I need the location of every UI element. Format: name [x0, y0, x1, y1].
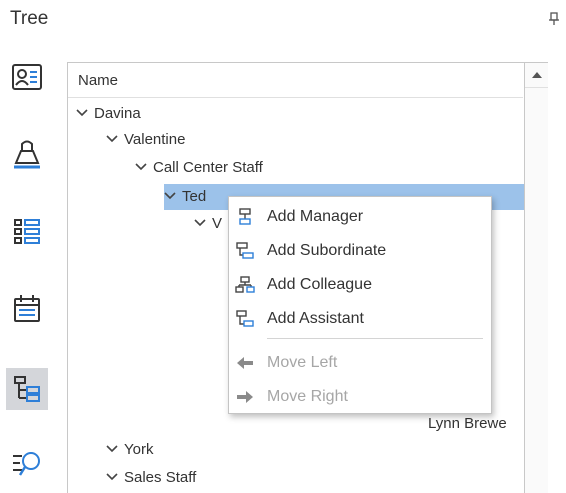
column-name-label: Name: [78, 72, 119, 89]
add-assistant-menu-item[interactable]: Add Assistant: [229, 303, 491, 335]
add-subordinate-menu-item[interactable]: Add Subordinate: [229, 235, 491, 267]
bucket-icon[interactable]: [6, 134, 48, 176]
tree-row-label: York: [124, 441, 154, 458]
add-colleague-menu-item[interactable]: Add Colleague: [229, 269, 491, 301]
sidebar: [0, 48, 60, 486]
tree-row[interactable]: Sales Staff: [106, 465, 196, 491]
panel-title: Tree: [10, 8, 49, 29]
add-manager-menu-item[interactable]: Add Manager: [229, 201, 491, 233]
tree-row-label: Lynn Brewe: [428, 415, 507, 432]
tree-row[interactable]: Lynn Brewe: [428, 411, 507, 437]
tree-row-label: Sales Staff: [124, 469, 197, 486]
menu-item-label: Add Assistant: [267, 310, 364, 327]
chevron-down-icon[interactable]: [106, 127, 124, 153]
menu-item-label: Add Subordinate: [267, 242, 387, 259]
tree-row-label: Valentine: [124, 131, 186, 148]
move-left-menu-item[interactable]: Move Left: [229, 347, 491, 379]
chevron-down-icon[interactable]: [164, 184, 182, 210]
vertical-scrollbar[interactable]: [524, 63, 548, 493]
list-icon[interactable]: [6, 211, 48, 253]
calendar-list-icon[interactable]: [6, 288, 48, 330]
chevron-down-icon[interactable]: [194, 211, 212, 237]
tree-row[interactable]: V: [194, 211, 222, 237]
tree-row-label: Call Center Staff: [153, 159, 263, 176]
tree-row-label: V: [212, 215, 223, 232]
tree-column-header[interactable]: Name: [68, 63, 523, 98]
menu-item-label: Add Manager: [267, 208, 364, 225]
arrow-left-icon: [237, 357, 253, 369]
scroll-up-button[interactable]: [525, 63, 548, 88]
menu-item-label: Move Right: [267, 388, 348, 405]
add-colleague-icon: [235, 276, 255, 293]
tree-row[interactable]: Valentine: [106, 127, 185, 153]
context-menu: Add Manager Add Subordinate Add Colleagu…: [228, 196, 492, 414]
contact-card-icon[interactable]: [6, 56, 48, 98]
triangle-up-icon: [532, 72, 542, 78]
move-right-menu-item[interactable]: Move Right: [229, 381, 491, 413]
pin-icon[interactable]: [548, 12, 560, 26]
tree-row[interactable]: Call Center Staff: [135, 155, 263, 181]
add-assistant-icon: [236, 310, 254, 327]
add-subordinate-icon: [236, 242, 254, 259]
tree-row-label: Ted: [182, 188, 207, 205]
menu-item-label: Move Left: [267, 354, 338, 371]
org-tree-icon[interactable]: [6, 368, 48, 410]
chevron-down-icon[interactable]: [135, 155, 153, 181]
add-manager-icon: [239, 208, 251, 225]
menu-item-label: Add Colleague: [267, 276, 372, 293]
menu-separator: [267, 338, 483, 339]
chevron-down-icon[interactable]: [106, 465, 124, 491]
chevron-down-icon[interactable]: [76, 101, 94, 127]
tree-row[interactable]: Davina: [76, 101, 141, 127]
tree-row-label: Davina: [94, 105, 141, 122]
chevron-down-icon[interactable]: [106, 437, 124, 463]
tree-row[interactable]: York: [106, 437, 153, 463]
arrow-right-icon: [237, 391, 253, 403]
search-list-icon[interactable]: [6, 442, 48, 484]
